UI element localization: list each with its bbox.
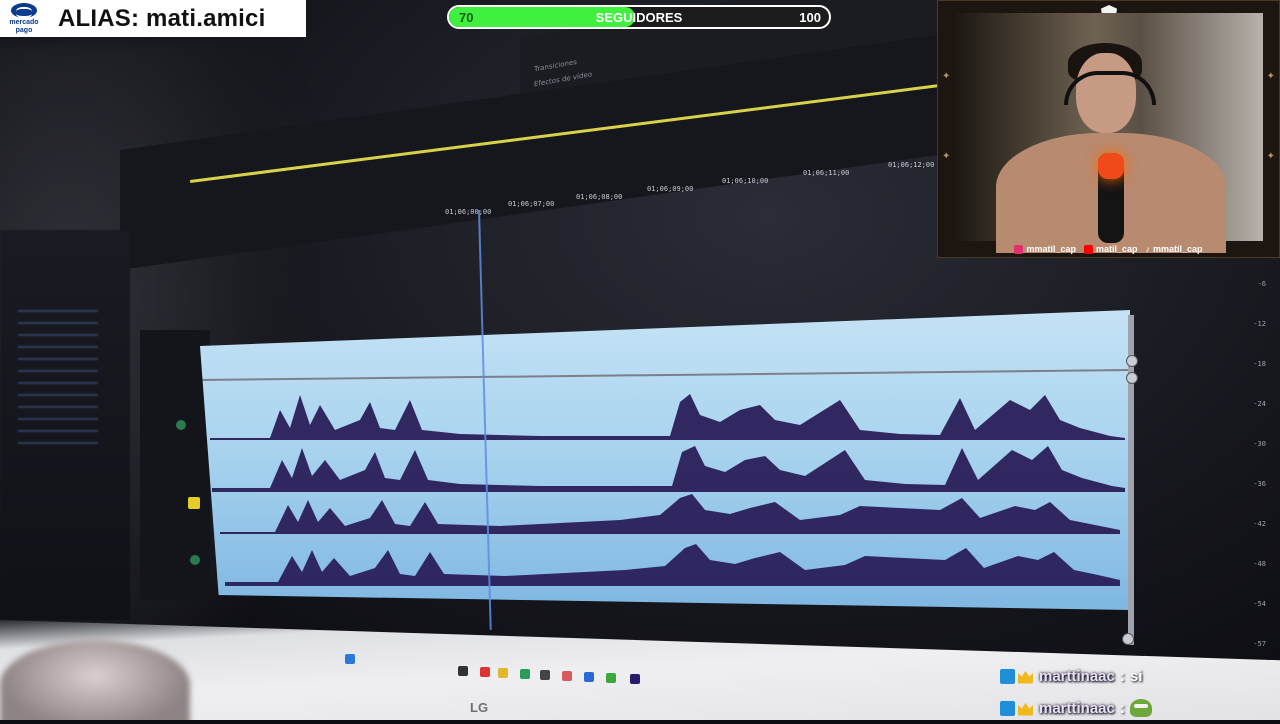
- social-handles: mmatil_cap matil_cap ♪ mmatil_cap: [938, 244, 1279, 254]
- chat-overlay: marttinaac : si marttinaac :: [1000, 660, 1270, 724]
- crown-badge-icon: [1018, 702, 1033, 716]
- start-icon[interactable]: [345, 654, 355, 664]
- social-tiktok: ♪ mmatil_cap: [1145, 244, 1203, 254]
- track-label-marker[interactable]: [188, 497, 200, 509]
- taskbar-app-icon[interactable]: [584, 672, 594, 682]
- chat-message: marttinaac :: [1000, 692, 1270, 724]
- headset-icon: [1064, 71, 1156, 105]
- social-youtube: matil_cap: [1083, 244, 1138, 254]
- chat-text: si: [1129, 667, 1143, 685]
- foreground-hand: [0, 640, 190, 720]
- prime-badge-icon: [1000, 700, 1015, 716]
- taskbar: [340, 650, 680, 690]
- chat-message: marttinaac : si: [1000, 660, 1270, 692]
- goal-current: 70: [459, 10, 474, 25]
- youtube-icon: [1083, 244, 1093, 254]
- crown-badge-icon: [1018, 670, 1033, 684]
- handshake-icon: [11, 3, 37, 18]
- zoom-handle[interactable]: [1126, 372, 1138, 384]
- alias-text: ALIAS: mati.amici: [58, 4, 266, 32]
- goal-target: 100: [799, 10, 821, 25]
- waveform-graphic: [200, 369, 1130, 586]
- taskbar-app-icon[interactable]: [562, 671, 572, 681]
- social-instagram: mmatil_cap: [1014, 244, 1076, 254]
- chat-username: marttinaac: [1039, 699, 1115, 717]
- webcam-video: [956, 13, 1263, 253]
- audio-meter: -6 -12 -18 -24 -30 -36 -42 -48 -54 -57: [1253, 280, 1266, 648]
- frog-emote-icon: [1129, 699, 1152, 717]
- follower-goal-bar: SEGUIDORES 70 100: [447, 5, 831, 29]
- taskbar-app-icon[interactable]: [606, 673, 616, 683]
- timecode-label: 01;06;11;00: [803, 169, 850, 177]
- timecode-label: 01;06;07;00: [508, 200, 555, 208]
- timecode-label: 01;06;10;00: [722, 177, 769, 185]
- prime-badge-icon: [1000, 668, 1015, 684]
- taskbar-app-icon[interactable]: [458, 666, 468, 676]
- project-panel: [0, 230, 130, 620]
- mercado-pago-logo: mercado pago: [0, 0, 48, 37]
- taskbar-app-icon[interactable]: [520, 669, 530, 679]
- zoom-handle[interactable]: [1126, 355, 1138, 367]
- timecode-label: 01;06;08;00: [576, 193, 623, 201]
- bin-item[interactable]: Transiciones: [534, 58, 577, 74]
- instagram-icon: [1014, 244, 1024, 254]
- tiktok-icon: ♪: [1145, 244, 1151, 254]
- taskbar-app-icon[interactable]: [480, 667, 490, 677]
- taskbar-app-icon[interactable]: [498, 668, 508, 678]
- premiere-icon[interactable]: [630, 674, 640, 684]
- alias-banner: mercado pago ALIAS: mati.amici: [0, 0, 306, 37]
- monitor-brand-logo: LG: [470, 700, 489, 715]
- audio-waveform-editor[interactable]: [200, 310, 1130, 610]
- zoom-handle[interactable]: [1122, 633, 1134, 645]
- goal-label: SEGUIDORES: [595, 10, 683, 25]
- timecode-label: 01;06;09;00: [647, 185, 694, 193]
- taskbar-app-icon[interactable]: [540, 670, 550, 680]
- record-toggle-icon[interactable]: [190, 555, 200, 565]
- timecode-label: 01;06;12;00: [888, 161, 935, 169]
- chat-username: marttinaac: [1039, 667, 1115, 685]
- webcam-frame: ✦ ✦ ✦ ✦ mmatil_cap matil_cap ♪ mmatil_ca…: [937, 0, 1280, 258]
- timecode-label: 01;06;00;00: [445, 208, 492, 216]
- record-toggle-icon[interactable]: [176, 420, 186, 430]
